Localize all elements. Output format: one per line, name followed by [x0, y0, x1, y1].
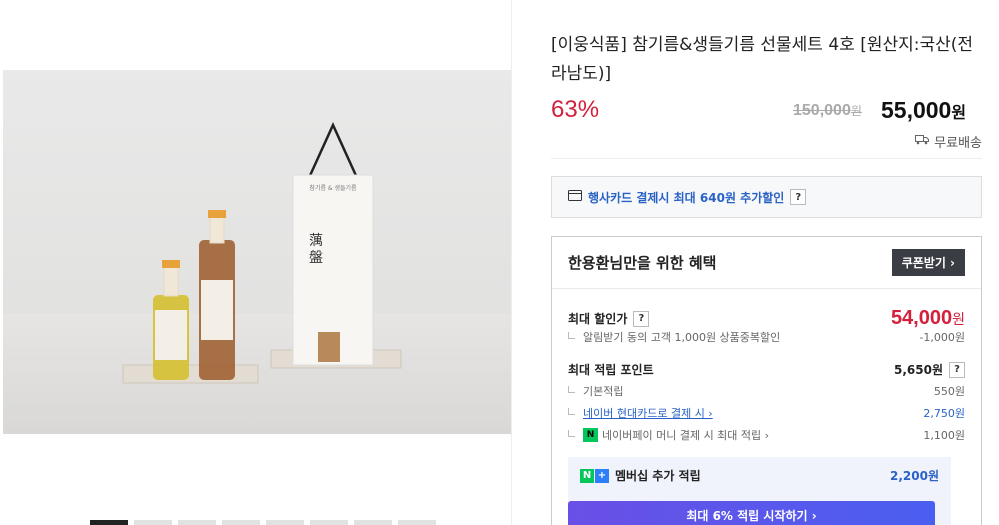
svg-text:蕅: 蕅 — [309, 233, 323, 249]
card-discount-text: 행사카드 결제시 최대 640원 추가할인 — [588, 190, 785, 205]
points-value-wrap: 5,650원 ? — [894, 361, 965, 378]
discount-rate: 63% — [551, 96, 600, 123]
benefit-box: 한용환님만을 위한 혜택 쿠폰받기 › 최대 할인가 ? 54,000원 알림받… — [551, 236, 982, 525]
thumbnail-4[interactable] — [222, 520, 260, 525]
npay-label-wrap: N 네이버페이 머니 결제 시 최대 적립 › — [568, 427, 769, 443]
product-image-column: 참기름 & 생들기름 蕅 盤 — [0, 0, 512, 525]
hyundai-card-link[interactable]: 네이버 현대카드로 결제 시 › — [583, 405, 713, 421]
elbow-icon — [568, 407, 575, 415]
sale-price-unit: 원 — [951, 105, 967, 122]
max-discount-label: 최대 할인가 — [568, 312, 628, 326]
basic-points-value: 550원 — [933, 385, 965, 398]
naver-plus-icon: N + — [580, 468, 609, 483]
card-discount-help-button[interactable]: ? — [790, 189, 807, 205]
max-discount-label-wrap: 최대 할인가 ? — [568, 310, 650, 327]
original-price-unit: 원 — [850, 104, 862, 118]
npay-link[interactable]: 네이버페이 머니 결제 시 최대 적립 › — [602, 427, 769, 443]
basic-points-label-wrap: 기본적립 — [568, 383, 623, 399]
elbow-icon — [568, 385, 575, 393]
max-discount-price: 54,000원 — [891, 307, 965, 330]
naver-pay-icon: N — [583, 428, 598, 442]
original-price-value: 150,000 — [793, 102, 851, 119]
thumbnail-3[interactable] — [178, 520, 216, 525]
max-discount-unit: 원 — [952, 311, 965, 327]
points-label: 최대 적립 포인트 — [568, 363, 654, 377]
hyundai-card-label-wrap: 네이버 현대카드로 결제 시 › — [568, 405, 713, 421]
svg-text:盤: 盤 — [309, 250, 323, 266]
thumbnail-5[interactable] — [266, 520, 304, 525]
membership-label-wrap: N + 멤버십 추가 적립 — [580, 467, 701, 484]
product-illustration: 참기름 & 생들기름 蕅 盤 — [122, 121, 402, 384]
max-discount-value: 54,000 — [890, 307, 953, 329]
elbow-icon — [568, 331, 575, 339]
elbow-icon — [568, 429, 575, 437]
basic-points-label: 기본적립 — [583, 385, 624, 398]
hyundai-card-row: 네이버 현대카드로 결제 시 › 2,750원 — [568, 405, 965, 421]
product-main-image[interactable]: 참기름 & 생들기름 蕅 盤 — [3, 70, 511, 434]
thumbnail-8[interactable] — [398, 520, 436, 525]
start-membership-button[interactable]: 최대 6% 적립 시작하기 › — [568, 501, 935, 525]
thumbnail-1[interactable] — [90, 520, 128, 525]
max-discount-row: 최대 할인가 ? 54,000원 — [568, 307, 965, 330]
benefit-title: 한용환님만을 위한 혜택 — [568, 254, 717, 272]
points-help-button[interactable]: ? — [949, 361, 965, 378]
npay-row: N 네이버페이 머니 결제 시 최대 적립 › 1,100원 — [568, 427, 965, 443]
npay-value: 1,100원 — [923, 429, 965, 442]
basic-points-row: 기본적립 550원 — [568, 383, 965, 399]
membership-label: 멤버십 추가 적립 — [615, 469, 701, 483]
hyundai-card-value: 2,750원 — [923, 407, 965, 420]
membership-value: 2,200원 — [890, 469, 939, 483]
sale-price: 55,000원 — [881, 97, 966, 124]
max-discount-help-button[interactable]: ? — [633, 310, 650, 327]
alarm-discount-text: 알림받기 동의 고객 1,000원 상품중복할인 — [583, 331, 781, 344]
sale-price-value: 55,000 — [881, 97, 952, 123]
original-price: 150,000원 — [793, 102, 862, 120]
image-thumbnails — [90, 520, 436, 525]
thumbnail-7[interactable] — [354, 520, 392, 525]
thumbnail-6[interactable] — [310, 520, 348, 525]
coupon-button[interactable]: 쿠폰받기 › — [891, 249, 965, 276]
shipping-text: 무료배송 — [934, 136, 982, 151]
svg-text:참기름 & 생들기름: 참기름 & 생들기름 — [309, 184, 357, 192]
membership-row: N + 멤버십 추가 적립 2,200원 — [580, 467, 939, 484]
alarm-discount-value: -1,000원 — [919, 331, 965, 344]
credit-card-icon — [568, 190, 582, 204]
card-discount-banner[interactable]: 행사카드 결제시 최대 640원 추가할인 ? — [551, 176, 982, 218]
points-value: 5,650원 — [894, 363, 943, 377]
alarm-discount-label-wrap: 알림받기 동의 고객 1,000원 상품중복할인 — [568, 329, 780, 345]
thumbnail-2[interactable] — [134, 520, 172, 525]
product-page: 참기름 & 생들기름 蕅 盤 [이웅식품] 참기름&생들기름 선물세트 4호 [… — [0, 0, 999, 525]
truck-icon — [915, 134, 930, 149]
product-title: [이웅식품] 참기름&생들기름 선물세트 4호 [원산지:국산(전라남도)] — [551, 35, 974, 84]
points-row: 최대 적립 포인트 5,650원 ? — [568, 361, 965, 378]
divider — [551, 158, 982, 159]
benefit-header: 한용환님만을 위한 혜택 쿠폰받기 › — [552, 237, 981, 289]
shipping-info: 무료배송 — [915, 132, 982, 151]
alarm-discount-row: 알림받기 동의 고객 1,000원 상품중복할인 -1,000원 — [568, 329, 965, 345]
